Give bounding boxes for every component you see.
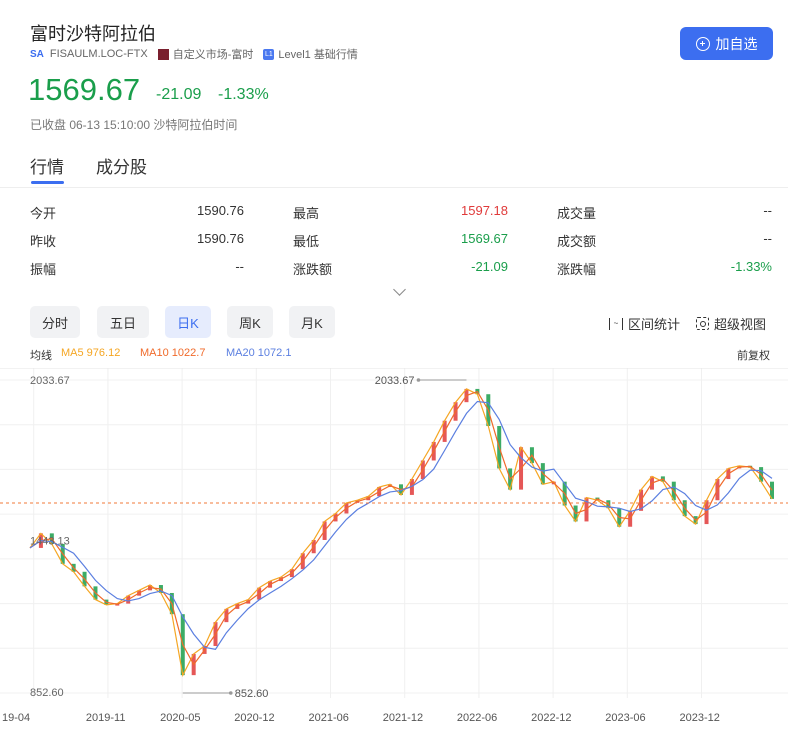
stat-label-change: 涨跌额	[293, 262, 333, 277]
add-watchlist-label: 加自选	[715, 35, 758, 52]
market-name: 自定义市场-富时	[172, 49, 254, 61]
index-title: 富时沙特阿拉伯	[30, 24, 156, 44]
period-daily-k[interactable]: 日K	[165, 306, 211, 338]
kline-chart[interactable]: 2033.67 1443.13 852.60 2033.67 852.60 19-04 20…	[0, 368, 788, 746]
add-watchlist-button[interactable]: 加自选	[680, 27, 773, 60]
x-axis-label: 2023-06	[605, 712, 645, 724]
range-stats-button[interactable]: ~ 区间统计	[609, 314, 680, 333]
y-axis-label: 2033.67	[30, 375, 70, 387]
market-status: 已收盘 06-13 15:10:00 沙特阿拉伯时间	[30, 118, 238, 132]
period-intraday[interactable]: 分时	[30, 306, 80, 338]
stat-value-amplitude: --	[235, 259, 244, 274]
tab-divider	[0, 187, 788, 188]
y-axis-label: 1443.13	[30, 536, 70, 548]
y-axis-label: 852.60	[30, 687, 64, 699]
tab-constituents[interactable]: 成分股	[96, 153, 147, 178]
ma20-line	[29, 400, 773, 650]
min-marker-dot	[228, 691, 233, 695]
period-five-day[interactable]: 五日	[97, 306, 149, 338]
stat-label-high: 最高	[293, 206, 320, 221]
price-change-pct: -1.33%	[218, 86, 269, 103]
ma-label: 均线	[30, 350, 52, 362]
range-stats-label: 区间统计	[628, 317, 681, 332]
level1-icon: L1	[263, 48, 275, 60]
stat-label-turnover: 成交额	[557, 234, 597, 249]
x-axis-label: 2021-12	[383, 712, 423, 724]
stat-label-prev-close: 昨收	[30, 234, 57, 249]
ma10-line	[29, 390, 773, 666]
x-axis-label: 2022-06	[457, 712, 497, 724]
stat-value-turnover: --	[763, 231, 772, 246]
x-axis-label: 2020-12	[234, 712, 274, 724]
stat-value-high: 1597.18	[461, 203, 508, 218]
market-icon	[157, 48, 169, 60]
ma5-line	[29, 388, 773, 677]
stat-value-prev-close: 1590.76	[197, 231, 244, 246]
x-axis-label: 2023-12	[680, 712, 720, 724]
x-axis-label: 2022-12	[531, 712, 571, 724]
index-code: FISAULM.LOC-FTX	[49, 48, 148, 60]
last-price: 1569.67	[28, 72, 141, 107]
stat-value-change: -21.09	[471, 259, 508, 274]
super-view-label: 超级视图	[714, 317, 767, 332]
period-monthly-k[interactable]: 月K	[289, 306, 335, 338]
x-axis-label: 2019-11	[86, 712, 126, 724]
zoom-view-icon	[696, 317, 709, 330]
stat-label-change-pct: 涨跌幅	[557, 262, 597, 277]
ma5-value: MA5 976.12	[61, 347, 121, 359]
tab-quote[interactable]: 行情	[30, 153, 64, 178]
stat-value-low: 1569.67	[461, 231, 508, 246]
stat-value-volume: --	[763, 203, 772, 218]
chevron-down-icon[interactable]	[393, 283, 406, 296]
range-icon: ~	[609, 317, 623, 330]
market-badge: SA	[30, 48, 44, 60]
stat-label-volume: 成交量	[557, 206, 597, 221]
max-price-label: 2033.67	[375, 375, 415, 387]
period-weekly-k[interactable]: 周K	[227, 306, 273, 338]
index-subtitle: SA FISAULM.LOC-FTX 自定义市场-富时 L1 Level1 基础…	[30, 46, 358, 62]
stat-label-open: 今开	[30, 206, 57, 221]
ma10-value: MA10 1022.7	[140, 347, 206, 359]
price-change: -21.09	[156, 86, 202, 103]
plus-circle-icon	[695, 36, 710, 51]
min-price-label: 852.60	[235, 688, 269, 700]
active-tab-indicator	[31, 181, 64, 184]
ma20-value: MA20 1072.1	[226, 347, 292, 359]
stat-label-low: 最低	[293, 234, 320, 249]
price-adjust-toggle[interactable]: 前复权	[737, 347, 770, 363]
max-marker-dot	[416, 378, 421, 382]
stat-value-open: 1590.76	[197, 203, 244, 218]
x-axis-label: 2020-05	[160, 712, 200, 724]
stat-value-change-pct: -1.33%	[730, 259, 772, 274]
x-axis-label: 2021-06	[309, 712, 349, 724]
x-axis-label: 19-04	[2, 712, 30, 724]
level-text: Level1 基础行情	[278, 49, 358, 61]
stat-label-amplitude: 振幅	[30, 262, 57, 277]
super-view-button[interactable]: 超级视图	[696, 314, 766, 333]
